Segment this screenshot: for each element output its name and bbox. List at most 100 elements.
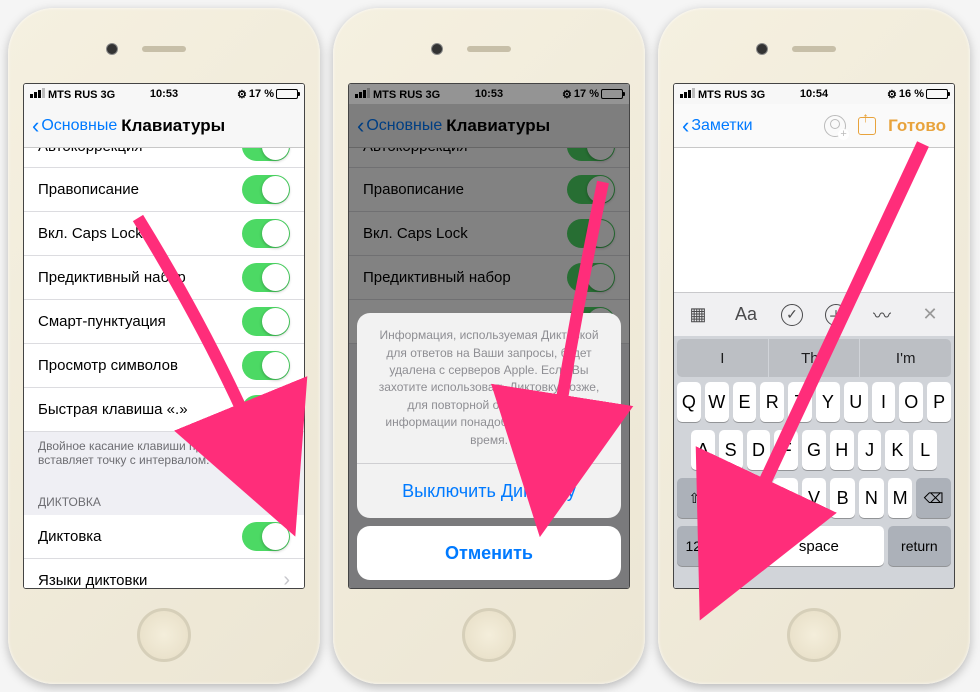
close-icon[interactable]: ✕ xyxy=(917,302,943,328)
key-w[interactable]: W xyxy=(705,382,729,422)
settings-indicator-icon: ⚙ xyxy=(237,88,247,101)
home-button[interactable] xyxy=(787,608,841,662)
battery-percent: 17 % xyxy=(574,88,599,100)
key-b[interactable]: B xyxy=(830,478,855,518)
phone-settings-actionsheet: MTS RUS 3G 10:53 ⚙ 17 % ‹Основные Клавиа… xyxy=(333,8,645,684)
key-row-1: Q W E R T Y U I O P xyxy=(677,382,951,422)
nav-bar: ‹Основные Клавиатуры xyxy=(24,104,304,148)
key-return[interactable]: return xyxy=(888,526,951,566)
key-numbers[interactable]: 123 xyxy=(677,526,717,566)
signal-icon xyxy=(680,88,695,98)
suggestion[interactable]: I'm xyxy=(860,339,951,377)
chevron-right-icon: › xyxy=(283,569,290,588)
key-j[interactable]: J xyxy=(858,430,882,470)
row-smartpunct[interactable]: Смарт-пунктуация xyxy=(24,300,304,344)
key-y[interactable]: Y xyxy=(816,382,840,422)
key-p[interactable]: P xyxy=(927,382,951,422)
signal-icon xyxy=(30,88,45,98)
phone-notes-keyboard: MTS RUS 3G 10:54 ⚙ 16 % ‹Заметки Готово … xyxy=(658,8,970,684)
key-t[interactable]: T xyxy=(788,382,812,422)
key-shift[interactable]: ⇧ xyxy=(677,478,712,518)
battery-icon xyxy=(926,89,948,99)
row-dot-shortcut[interactable]: Быстрая клавиша «.» xyxy=(24,388,304,432)
share-icon[interactable] xyxy=(858,117,876,135)
toggle[interactable] xyxy=(242,395,290,424)
home-button[interactable] xyxy=(462,608,516,662)
toggle[interactable] xyxy=(242,175,290,204)
key-v[interactable]: V xyxy=(802,478,827,518)
key-row-4: 123 🌐 space return xyxy=(677,526,951,566)
text-format-icon[interactable]: Aa xyxy=(733,302,759,328)
cancel-button[interactable]: Отменить xyxy=(357,526,621,580)
key-a[interactable]: A xyxy=(691,430,715,470)
disable-dictation-button[interactable]: Выключить Диктовку xyxy=(357,464,621,518)
status-bar: MTS RUS 3G 10:53 ⚙ 17 % xyxy=(349,84,629,104)
row-dictation[interactable]: Диктовка xyxy=(24,515,304,559)
key-c[interactable]: C xyxy=(773,478,798,518)
row-autocorrect[interactable]: Автокоррекция xyxy=(24,148,304,168)
nav-bar: ‹Основные Клавиатуры xyxy=(349,104,629,148)
done-button[interactable]: Готово xyxy=(888,116,946,136)
toggle[interactable] xyxy=(242,263,290,292)
add-icon[interactable]: ＋ xyxy=(825,304,847,326)
key-row-2: A S D F G H J K L xyxy=(677,430,951,470)
footer-note: Двойное касание клавиши пробела вставляе… xyxy=(24,432,304,481)
row-capslock[interactable]: Вкл. Caps Lock xyxy=(24,212,304,256)
row-dictation-langs[interactable]: Языки диктовки› xyxy=(24,559,304,588)
key-delete[interactable]: ⌫ xyxy=(916,478,951,518)
back-button[interactable]: ‹Основные xyxy=(32,115,117,137)
key-k[interactable]: K xyxy=(885,430,909,470)
action-sheet: Информация, используемая Диктовкой для о… xyxy=(357,313,621,580)
status-bar: MTS RUS 3G 10:53 ⚙ 17 % xyxy=(24,84,304,104)
notes-nav: ‹Заметки Готово xyxy=(674,104,954,148)
suggestion[interactable]: The xyxy=(769,339,860,377)
sheet-message: Информация, используемая Диктовкой для о… xyxy=(357,313,621,464)
row-spelling[interactable]: Правописание xyxy=(24,168,304,212)
status-bar: MTS RUS 3G 10:54 ⚙ 16 % xyxy=(674,84,954,104)
back-button[interactable]: ‹Заметки xyxy=(682,115,753,137)
key-g[interactable]: G xyxy=(802,430,826,470)
key-globe[interactable]: 🌐 xyxy=(721,526,750,566)
key-f[interactable]: F xyxy=(774,430,798,470)
key-u[interactable]: U xyxy=(844,382,868,422)
key-space[interactable]: space xyxy=(754,526,884,566)
globe-icon: 🌐 xyxy=(727,538,744,555)
add-people-icon[interactable] xyxy=(824,115,846,137)
key-x[interactable]: X xyxy=(744,478,769,518)
settings-indicator-icon: ⚙ xyxy=(887,88,897,101)
key-r[interactable]: R xyxy=(760,382,784,422)
key-d[interactable]: D xyxy=(747,430,771,470)
key-l[interactable]: L xyxy=(913,430,937,470)
toggle[interactable] xyxy=(242,307,290,336)
toggle[interactable] xyxy=(242,351,290,380)
key-row-3: ⇧ Z X C V B N M ⌫ xyxy=(677,478,951,518)
toggle[interactable] xyxy=(242,219,290,248)
key-z[interactable]: Z xyxy=(716,478,741,518)
toggle[interactable] xyxy=(242,522,290,551)
key-h[interactable]: H xyxy=(830,430,854,470)
battery-percent: 16 % xyxy=(899,88,924,100)
table-icon[interactable]: ▦ xyxy=(685,302,711,328)
back-button[interactable]: ‹Основные xyxy=(357,115,442,137)
toggle[interactable] xyxy=(242,148,290,161)
suggestion-bar: I The I'm xyxy=(677,339,951,377)
nav-title: Клавиатуры xyxy=(446,116,550,136)
checklist-icon[interactable]: ✓ xyxy=(781,304,803,326)
key-q[interactable]: Q xyxy=(677,382,701,422)
key-e[interactable]: E xyxy=(733,382,757,422)
row-charpreview[interactable]: Просмотр символов xyxy=(24,344,304,388)
suggestion[interactable]: I xyxy=(677,339,768,377)
key-i[interactable]: I xyxy=(872,382,896,422)
battery-icon xyxy=(601,89,623,99)
sketch-icon[interactable]: 〰 xyxy=(869,302,895,328)
chevron-left-icon: ‹ xyxy=(357,115,364,137)
key-s[interactable]: S xyxy=(719,430,743,470)
key-n[interactable]: N xyxy=(859,478,884,518)
row-predictive[interactable]: Предиктивный набор xyxy=(24,256,304,300)
signal-icon xyxy=(355,88,370,98)
battery-percent: 17 % xyxy=(249,88,274,100)
key-m[interactable]: M xyxy=(888,478,913,518)
key-o[interactable]: O xyxy=(899,382,923,422)
home-button[interactable] xyxy=(137,608,191,662)
nav-title: Клавиатуры xyxy=(121,116,225,136)
